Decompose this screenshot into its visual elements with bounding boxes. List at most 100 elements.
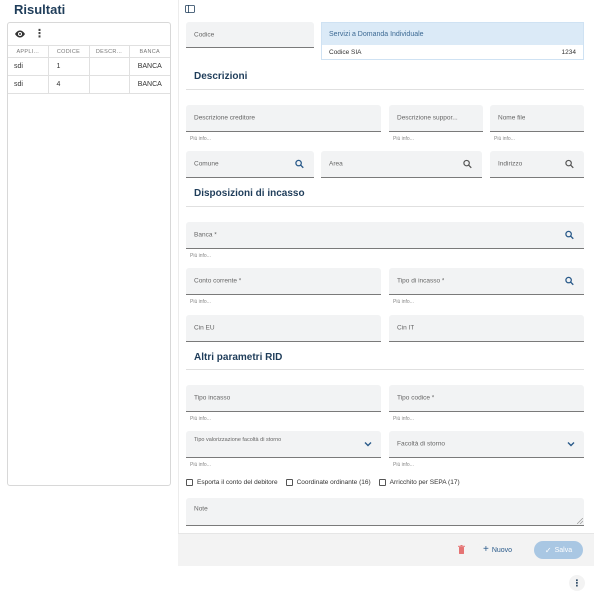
hint[interactable]: Più info... (494, 136, 515, 142)
column-header[interactable]: DESCR... (89, 45, 130, 58)
tipo-codice-field[interactable]: Tipo codice * (389, 385, 584, 412)
cin-it-field[interactable]: Cin IT (389, 315, 584, 342)
sia-label: Codice SIA (329, 49, 362, 56)
codice-field[interactable]: Codice (186, 22, 314, 48)
checkbox-row: Esporta il conto del debitore Coordinate… (186, 479, 468, 486)
search-icon[interactable] (463, 159, 472, 169)
nuovo-label: Nuovo (491, 546, 513, 554)
descr-creditore-label: Descrizione creditore (194, 114, 256, 122)
column-header[interactable]: CODICE (48, 45, 90, 58)
checkbox-esporta[interactable]: Esporta il conto del debitore (186, 479, 278, 486)
hint[interactable]: Più info... (393, 462, 414, 468)
indirizzo-label: Indirizzo (498, 160, 523, 168)
search-icon[interactable] (565, 230, 574, 240)
tipo-codice-label: Tipo codice * (397, 394, 435, 402)
salva-label: Salva (554, 546, 573, 554)
checkbox-label: Arricchito per SEPA (17) (389, 479, 460, 486)
checkbox-coordinate[interactable]: Coordinate ordinante (16) (285, 479, 371, 486)
results-title: Risultati (14, 2, 66, 17)
panel-icon[interactable] (185, 5, 195, 13)
cell-appli: sdi (8, 57, 49, 76)
cin-eu-label: Cin EU (194, 324, 215, 332)
note-textarea[interactable]: Note (186, 498, 584, 526)
salva-button[interactable]: ✓ Salva (534, 541, 583, 559)
sia-value: 1234 (561, 49, 576, 56)
section-altri: Altri parametri RID (194, 352, 283, 363)
tipo-incasso-label: Tipo incasso (194, 394, 231, 402)
comune-field[interactable]: Comune (186, 151, 314, 178)
checkbox-label: Esporta il conto del debitore (197, 479, 278, 486)
search-icon[interactable] (295, 159, 304, 169)
plus-icon: + (483, 544, 489, 555)
banca-field[interactable]: Banca * (186, 222, 584, 249)
cin-it-label: Cin IT (397, 324, 415, 332)
divider (186, 206, 584, 207)
trash-icon[interactable] (458, 545, 465, 554)
hint[interactable]: Più info... (393, 416, 414, 422)
sia-row: Codice SIA 1234 (322, 45, 583, 60)
cell-codice: 4 (48, 75, 90, 94)
cell-banca: BANCA (129, 57, 170, 76)
divider (186, 369, 584, 370)
sia-header: Servizi a Domanda Individuale (322, 23, 583, 45)
section-disposizioni: Disposizioni di incasso (194, 188, 305, 199)
section-descrizioni: Descrizioni (194, 71, 248, 82)
action-bar (178, 533, 594, 566)
tipo-incasso-req-field[interactable]: Tipo di incasso * (389, 268, 584, 295)
results-table: APPLI... CODICE DESCR... BANCA sdi 1 BAN… (8, 45, 170, 94)
chevron-down-icon[interactable] (567, 441, 575, 447)
area-field[interactable]: Area (321, 151, 482, 178)
comune-label: Comune (194, 160, 219, 168)
checkbox-label: Coordinate ordinante (16) (296, 479, 371, 486)
checkbox-box[interactable] (186, 479, 193, 486)
nuovo-button[interactable]: + Nuovo (477, 542, 519, 558)
results-panel: ⋮ APPLI... CODICE DESCR... BANCA sdi 1 B… (7, 22, 171, 486)
panel-divider (178, 0, 179, 566)
search-icon[interactable] (565, 276, 574, 286)
more-vert-icon[interactable]: ⋮ (34, 28, 45, 40)
hint[interactable]: Più info... (190, 462, 211, 468)
indirizzo-field[interactable]: Indirizzo (490, 151, 584, 178)
tipo-valorizzazione-select[interactable]: Tipo valorizzazione facoltà di storno (186, 431, 381, 458)
column-header[interactable]: APPLI... (8, 45, 49, 58)
chevron-down-icon[interactable] (364, 441, 372, 447)
hint[interactable]: Più info... (190, 416, 211, 422)
tipo-incasso-req-label: Tipo di incasso * (397, 277, 445, 285)
hint[interactable]: Più info... (190, 253, 211, 259)
cell-codice: 1 (48, 57, 90, 76)
area-label: Area (329, 160, 343, 168)
resize-handle-icon[interactable] (577, 518, 583, 524)
conto-corrente-field[interactable]: Conto corrente * (186, 268, 381, 295)
search-icon[interactable] (565, 159, 574, 169)
table-row[interactable]: sdi 1 BANCA (8, 57, 170, 76)
checkbox-box[interactable] (285, 479, 293, 486)
results-toolbar: ⋮ (8, 23, 170, 45)
conto-corrente-label: Conto corrente * (194, 277, 242, 285)
eye-icon[interactable] (14, 28, 26, 40)
column-header[interactable]: BANCA (129, 45, 170, 58)
cell-descr (89, 57, 130, 76)
cin-eu-field[interactable]: Cin EU (186, 315, 381, 342)
descr-creditore-field[interactable]: Descrizione creditore (186, 105, 381, 132)
codice-label: Codice (194, 31, 215, 38)
sia-panel: Servizi a Domanda Individuale Codice SIA… (321, 22, 584, 60)
cell-descr (89, 75, 130, 94)
checkbox-box[interactable] (378, 479, 386, 486)
hint[interactable]: Più info... (190, 136, 211, 142)
tipo-incasso-field[interactable]: Tipo incasso (186, 385, 381, 412)
facolta-storno-select[interactable]: Facoltà di storno (389, 431, 584, 458)
banca-label: Banca * (194, 231, 217, 239)
descr-supporto-field[interactable]: Descrizione suppor... (389, 105, 483, 132)
hint[interactable]: Più info... (190, 299, 211, 305)
descr-supporto-label: Descrizione suppor... (397, 114, 458, 122)
divider (186, 89, 584, 90)
facolta-storno-label: Facoltà di storno (397, 440, 446, 448)
checkbox-sepa[interactable]: Arricchito per SEPA (17) (378, 479, 460, 486)
table-row[interactable]: sdi 4 BANCA (8, 75, 170, 94)
cell-appli: sdi (8, 75, 49, 94)
nome-file-field[interactable]: Nome file (490, 105, 584, 132)
more-vert-icon[interactable]: ⋮ (569, 575, 585, 591)
hint[interactable]: Più info... (393, 299, 414, 305)
note-label: Note (194, 505, 208, 513)
hint[interactable]: Più info... (393, 136, 414, 142)
